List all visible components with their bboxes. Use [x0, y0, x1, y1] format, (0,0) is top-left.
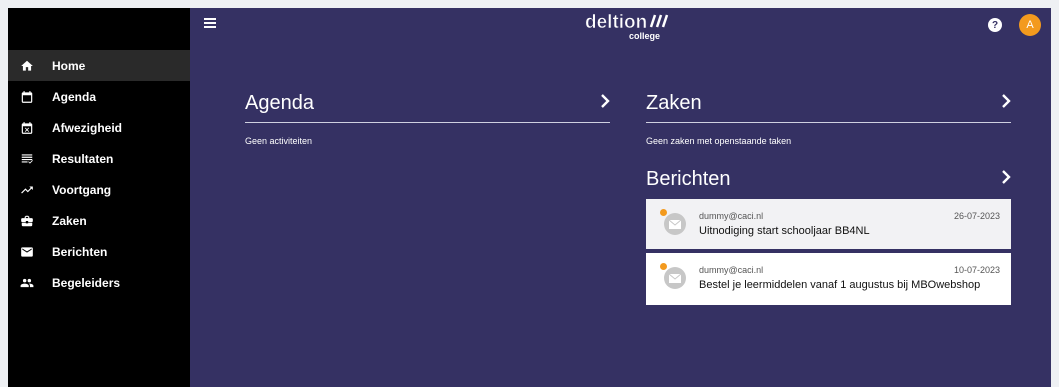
message-sender: dummy@caci.nl: [699, 265, 764, 275]
sidebar-item-label: Voortgang: [52, 182, 112, 197]
sidebar-item-voortgang[interactable]: Voortgang: [8, 174, 190, 205]
envelope-icon: [664, 213, 686, 235]
calendar-icon: [20, 90, 34, 104]
sidebar: Home Agenda Afwezigheid Resultaten Voort…: [8, 8, 190, 387]
berichten-header[interactable]: Berichten: [646, 168, 1011, 191]
sidebar-item-label: Resultaten: [52, 151, 114, 166]
top-bar: deltion college ? A: [190, 8, 1051, 44]
zaken-empty-text: Geen zaken met openstaande taken: [646, 136, 792, 146]
zaken-header[interactable]: Zaken: [646, 92, 1011, 123]
message-sender: dummy@caci.nl: [699, 211, 764, 221]
svg-text:college: college: [629, 31, 660, 41]
message-date: 10-07-2023: [953, 265, 1000, 275]
zaken-section: Zaken Geen zaken met openstaande taken: [646, 92, 1011, 146]
sidebar-item-label: Zaken: [52, 213, 87, 228]
agenda-title: Agenda: [245, 92, 314, 114]
message-item[interactable]: dummy@caci.nl 26-07-2023 Uitnodiging sta…: [646, 199, 1011, 251]
sidebar-item-label: Begeleiders: [52, 275, 121, 290]
briefcase-icon: [20, 214, 34, 228]
message-subject: Bestel je leermiddelen vanaf 1 augustus …: [699, 279, 981, 291]
people-icon: [20, 276, 34, 290]
svg-text:deltion: deltion: [585, 12, 647, 33]
help-icon[interactable]: ?: [988, 18, 1002, 32]
mail-icon: [20, 245, 34, 259]
menu-icon[interactable]: [204, 18, 216, 28]
app-frame: Home Agenda Afwezigheid Resultaten Voort…: [8, 8, 1051, 387]
results-list-icon: [20, 152, 34, 166]
unread-dot: [660, 209, 667, 216]
envelope-icon: [664, 267, 686, 289]
main-content: deltion college ? A Agenda Geen activite…: [190, 8, 1051, 387]
chevron-right-icon[interactable]: [1001, 170, 1011, 189]
message-list: dummy@caci.nl 26-07-2023 Uitnodiging sta…: [646, 199, 1011, 305]
agenda-header[interactable]: Agenda: [245, 92, 610, 123]
sidebar-item-zaken[interactable]: Zaken: [8, 205, 190, 236]
agenda-section: Agenda Geen activiteiten: [245, 92, 610, 146]
message-subject: Uitnodiging start schooljaar BB4NL: [699, 225, 870, 237]
berichten-section: Berichten dummy@caci.nl 26-07-2023 Uitno…: [646, 168, 1011, 305]
sidebar-item-label: Berichten: [52, 244, 108, 259]
calendar-x-icon: [20, 121, 34, 135]
sidebar-item-resultaten[interactable]: Resultaten: [8, 143, 190, 174]
sidebar-item-home[interactable]: Home: [8, 50, 190, 81]
zaken-title: Zaken: [646, 92, 702, 114]
sidebar-item-label: Afwezigheid: [52, 120, 123, 135]
sidebar-item-berichten[interactable]: Berichten: [8, 236, 190, 267]
sidebar-item-agenda[interactable]: Agenda: [8, 81, 190, 112]
sidebar-item-label: Home: [52, 58, 86, 73]
sidebar-item-label: Agenda: [52, 89, 97, 104]
sidebar-item-afwezigheid[interactable]: Afwezigheid: [8, 112, 190, 143]
avatar[interactable]: A: [1019, 14, 1041, 36]
trending-up-icon: [20, 183, 34, 197]
chevron-right-icon[interactable]: [600, 94, 610, 113]
agenda-empty-text: Geen activiteiten: [245, 136, 313, 146]
unread-dot: [660, 263, 667, 270]
message-item[interactable]: dummy@caci.nl 10-07-2023 Bestel je leerm…: [646, 253, 1011, 305]
deltion-college-logo: deltion college: [585, 12, 675, 42]
home-icon: [20, 59, 34, 73]
sidebar-item-begeleiders[interactable]: Begeleiders: [8, 267, 190, 298]
berichten-title: Berichten: [646, 168, 731, 190]
message-date: 26-07-2023: [953, 211, 1000, 221]
chevron-right-icon[interactable]: [1001, 94, 1011, 113]
